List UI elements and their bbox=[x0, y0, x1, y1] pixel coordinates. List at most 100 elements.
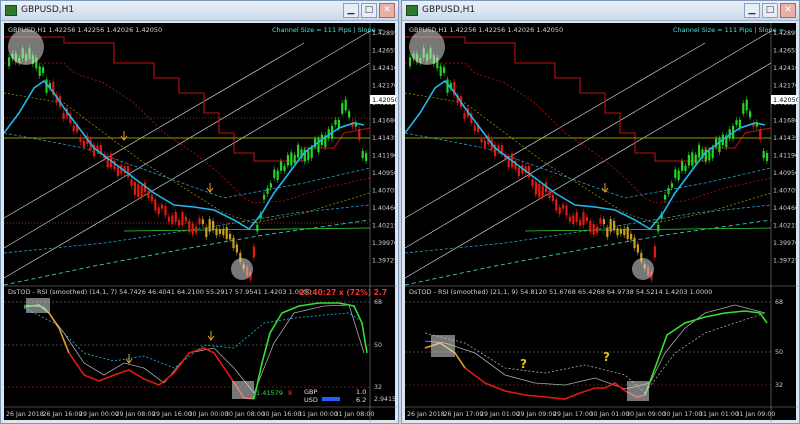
chart-window-left[interactable]: GBPUSD,H1 ▁ □ ✕ GBPUSD,H1 1.42256 1.4225… bbox=[0, 0, 399, 424]
candle-body bbox=[334, 120, 337, 125]
candlestick-series bbox=[409, 45, 769, 283]
candle-body bbox=[541, 185, 544, 198]
candle-body bbox=[157, 207, 160, 215]
candle-body bbox=[361, 150, 364, 159]
candle-body bbox=[623, 228, 626, 236]
price-axis: 1.428951.426551.424101.421701.419201.416… bbox=[773, 30, 798, 265]
symbol-info: GBPUSD,H1 1.42256 1.42256 1.42026 1.4205… bbox=[409, 26, 563, 34]
candle-body bbox=[480, 137, 483, 143]
price-tick-label: 1.42895 bbox=[372, 30, 397, 37]
candle-body bbox=[297, 144, 300, 158]
maximize-button[interactable]: □ bbox=[762, 3, 778, 18]
rsi-tick-label: 32 bbox=[775, 382, 783, 389]
date-tick-label: 31 Jan 00:00 bbox=[298, 411, 338, 418]
close-button[interactable]: ✕ bbox=[780, 3, 796, 18]
minimize-button[interactable]: ▁ bbox=[343, 3, 359, 18]
candle-body bbox=[759, 129, 762, 140]
rsi-levels bbox=[4, 301, 370, 388]
price-tick-label: 1.39970 bbox=[372, 240, 397, 247]
candle-body bbox=[483, 140, 486, 148]
window-title: GBPUSD,H1 bbox=[422, 5, 476, 15]
arrow-markers bbox=[601, 183, 609, 193]
trend-channel bbox=[405, 30, 772, 279]
minimize-button[interactable]: ▁ bbox=[744, 3, 760, 18]
chart-svg[interactable]: GBPUSD,H1 1.42256 1.42256 1.42026 1.4205… bbox=[405, 23, 798, 422]
question-marker-1: ? bbox=[520, 357, 527, 371]
channel-info: Channel Size = 111 Pips | Slope = bbox=[673, 26, 784, 34]
candle-body bbox=[252, 246, 255, 258]
candle-body bbox=[181, 212, 184, 226]
usd-value: 6.2 bbox=[356, 396, 366, 404]
date-tick-label: 30 Jan 00:00 bbox=[189, 411, 229, 418]
rsi-highlight-top bbox=[431, 335, 455, 357]
candle-body bbox=[140, 185, 143, 198]
candle-body bbox=[711, 147, 714, 158]
price-tick-label: 1.39970 bbox=[773, 240, 798, 247]
rsi-line-green bbox=[644, 310, 768, 396]
price-tick-label: 1.40705 bbox=[773, 188, 798, 195]
candle-body bbox=[38, 66, 41, 76]
date-tick-label: 26 Jan 2018 bbox=[6, 411, 44, 418]
date-tick-label: 29 Jan 00:00 bbox=[79, 411, 119, 418]
close-button[interactable]: ✕ bbox=[379, 3, 395, 18]
price-tick-label: 1.40215 bbox=[773, 223, 798, 230]
candle-body bbox=[579, 220, 582, 226]
candle-body bbox=[269, 183, 272, 188]
rsi-highlight-bottom bbox=[627, 381, 649, 401]
price-chart-area[interactable]: GBPUSD,H1 1.42256 1.42256 1.42026 1.4205… bbox=[4, 23, 397, 422]
price-tick-label: 1.41435 bbox=[372, 135, 397, 142]
candle-body bbox=[630, 233, 633, 240]
window-titlebar[interactable]: GBPUSD,H1 ▁ □ ✕ bbox=[1, 1, 398, 21]
channel-info: Channel Size = 111 Pips | Slope = bbox=[272, 26, 383, 34]
price-tick-label: 1.40950 bbox=[372, 170, 397, 177]
date-tick-label: 30 Jan 01:00 bbox=[590, 411, 630, 418]
candlestick-series bbox=[8, 45, 368, 283]
candle-body bbox=[8, 57, 11, 67]
candle-body bbox=[358, 129, 361, 140]
chart-svg[interactable]: GBPUSD,H1 1.42256 1.42256 1.42026 1.4205… bbox=[4, 23, 397, 422]
price-tick-label: 1.42170 bbox=[372, 83, 397, 90]
candle-body bbox=[596, 226, 599, 233]
candle-body bbox=[657, 224, 660, 232]
price-tick-label: 1.42895 bbox=[773, 30, 798, 37]
window-titlebar[interactable]: GBPUSD,H1 ▁ □ ✕ bbox=[402, 1, 799, 21]
candle-body bbox=[198, 218, 201, 224]
current-price: 1.42050 bbox=[372, 96, 397, 104]
chart-window-right[interactable]: GBPUSD,H1 ▁ □ ✕ GBPUSD,H1 1.42256 1.4225… bbox=[401, 0, 800, 424]
date-tick-label: 30 Jan 16:00 bbox=[262, 411, 302, 418]
candle-body bbox=[691, 152, 694, 166]
date-tick-label: 29 Jan 08:00 bbox=[116, 411, 156, 418]
candle-body bbox=[147, 190, 150, 198]
candle-body bbox=[273, 169, 276, 178]
candle-body bbox=[582, 212, 585, 226]
candle-body bbox=[439, 66, 442, 76]
candle-body bbox=[681, 161, 684, 171]
candle-body bbox=[562, 204, 565, 209]
date-tick-label: 30 Jan 17:00 bbox=[663, 411, 703, 418]
candle-body bbox=[674, 169, 677, 178]
candle-body bbox=[626, 227, 629, 240]
rsi-tick-label: 68 bbox=[775, 299, 783, 306]
candle-body bbox=[62, 113, 65, 119]
price-bands bbox=[4, 36, 371, 286]
price-tick-label: 1.39725 bbox=[372, 258, 397, 265]
candle-body bbox=[585, 216, 588, 222]
candle-body bbox=[218, 229, 221, 234]
price-tick-label: 1.42170 bbox=[773, 83, 798, 90]
rsi-tick-label: 32 bbox=[374, 384, 382, 391]
highlight-circle-top bbox=[409, 29, 445, 65]
price-chart-area[interactable]: GBPUSD,H1 1.42256 1.42256 1.42026 1.4205… bbox=[405, 23, 798, 422]
candle-body bbox=[687, 154, 690, 166]
countdown-timer: 25:40:27 x (72%) 2.7 bbox=[299, 288, 387, 297]
candle-body bbox=[174, 212, 177, 222]
candle-body bbox=[463, 113, 466, 119]
candle-body bbox=[575, 212, 578, 222]
box-price: 1.41579 bbox=[256, 389, 283, 397]
candle-body bbox=[317, 138, 320, 153]
current-price: 1.42050 bbox=[773, 96, 798, 104]
candle-body bbox=[698, 144, 701, 158]
candle-body bbox=[531, 179, 534, 186]
candle-body bbox=[589, 220, 592, 232]
maximize-button[interactable]: □ bbox=[361, 3, 377, 18]
price-tick-label: 1.42410 bbox=[773, 65, 798, 72]
